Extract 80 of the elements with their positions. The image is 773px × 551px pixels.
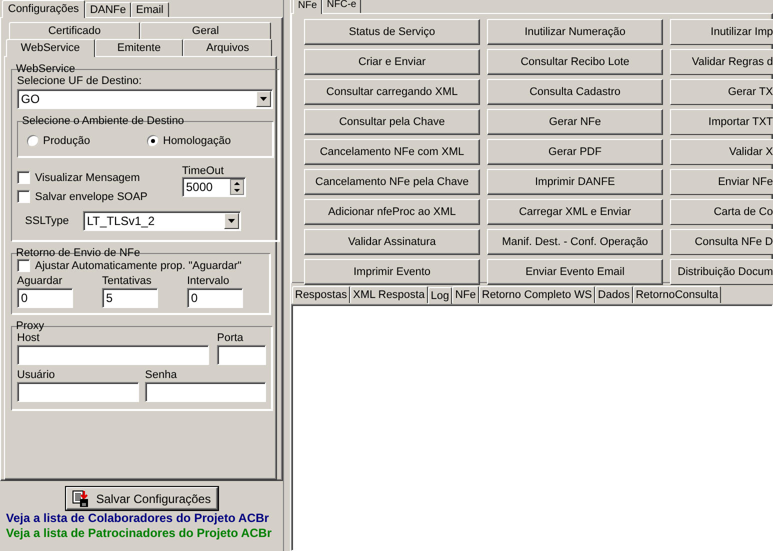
tab[interactable]: Respostas <box>292 286 350 303</box>
tab[interactable]: Email <box>131 2 169 17</box>
input-field[interactable]: 5 <box>102 288 158 308</box>
action-button[interactable]: Gerar TX <box>670 79 773 105</box>
tab[interactable]: XML Resposta <box>350 286 428 303</box>
field-label: Intervalo <box>187 275 230 287</box>
action-button[interactable]: Distribuição Docum <box>670 259 773 285</box>
action-button[interactable]: Criar e Enviar <box>304 49 480 75</box>
action-button[interactable]: Consulta Cadastro <box>487 79 663 105</box>
action-button[interactable]: Consulta NFe D <box>670 229 773 255</box>
group-title: Selecione o Ambiente de Destino <box>22 115 184 127</box>
checkbox[interactable]: Visualizar Mensagem <box>17 171 177 184</box>
tab[interactable]: Arquivos <box>183 39 272 56</box>
tab[interactable]: Configurações <box>2 0 85 18</box>
field-label: Porta <box>217 332 244 344</box>
action-button[interactable]: Validar Assinatura <box>304 229 480 255</box>
save-document-icon <box>72 490 90 508</box>
save-button[interactable]: Salvar Configurações <box>66 487 218 510</box>
action-button[interactable]: Validar Regras d <box>670 49 773 75</box>
action-button[interactable]: Gerar PDF <box>487 139 663 165</box>
field-label: Selecione UF de Destino: <box>17 75 143 87</box>
action-button[interactable]: Gerar NFe <box>487 109 663 135</box>
field-label: Usuário <box>17 369 56 381</box>
link[interactable]: Veja a lista de Colaboradores do Projeto ACBr <box>0 511 283 526</box>
tab[interactable]: Log <box>428 287 452 304</box>
tab[interactable]: RetornoConsulta <box>632 286 722 303</box>
tab[interactable]: Geral <box>140 22 271 39</box>
input-field[interactable]: 0 <box>187 288 243 308</box>
checkbox[interactable]: Salvar envelope SOAP <box>17 190 177 203</box>
action-button[interactable]: Carregar XML e Enviar <box>487 199 663 225</box>
field-label: Senha <box>145 369 178 381</box>
input-field[interactable] <box>217 345 266 365</box>
input-field[interactable]: 0 <box>17 288 73 308</box>
tab[interactable]: DANFe <box>84 2 131 17</box>
action-button[interactable]: Manif. Dest. - Conf. Operação <box>487 229 663 255</box>
tab[interactable]: Dados <box>594 286 633 303</box>
ssl-type-dropdown[interactable]: LT_TLSv1_2 <box>82 211 241 231</box>
tab[interactable]: NFe <box>452 286 479 303</box>
input-field[interactable] <box>17 382 139 402</box>
action-button[interactable]: Inutilizar Imp <box>670 19 773 45</box>
action-button[interactable]: Cancelamento NFe pela Chave <box>304 169 480 195</box>
action-button[interactable]: Enviar NFe <box>670 169 773 195</box>
action-button[interactable]: Imprimir DANFE <box>487 169 663 195</box>
uf-dropdown[interactable]: GO <box>17 89 273 109</box>
action-button[interactable]: Status de Serviço <box>304 19 480 45</box>
group-title: Proxy <box>16 320 44 332</box>
timeout-spinner[interactable]: 5000 <box>182 177 246 197</box>
field-label: TimeOut <box>182 165 225 177</box>
dropdown-arrow-icon <box>228 219 235 223</box>
action-button[interactable]: Cancelamento NFe com XML <box>304 139 480 165</box>
spinner-arrows-icon <box>230 179 244 195</box>
action-button[interactable]: Carta de Co <box>670 199 773 225</box>
tab[interactable]: NFC-e <box>322 0 362 13</box>
tab[interactable]: Emitente <box>94 39 184 56</box>
action-button[interactable]: Importar TXT <box>670 109 773 135</box>
action-button[interactable]: Inutilizar Numeração <box>487 19 663 45</box>
action-button[interactable]: Imprimir Evento <box>304 259 480 285</box>
input-field[interactable] <box>145 382 266 402</box>
action-button[interactable]: Consultar Recibo Lote <box>487 49 663 75</box>
action-button[interactable]: Enviar Evento Email <box>487 259 663 285</box>
radio-option[interactable]: Produção <box>27 135 147 147</box>
radio-option[interactable]: Homologação <box>147 135 267 147</box>
field-label: Aguardar <box>17 275 64 287</box>
action-button[interactable]: Adicionar nfeProc ao XML <box>304 199 480 225</box>
group-title: WebService <box>16 63 76 75</box>
field-label: Host <box>17 332 41 344</box>
splitter[interactable] <box>283 0 291 551</box>
field-label: Tentativas <box>102 275 153 287</box>
checkbox[interactable]: Ajustar Automaticamente prop. "Aguardar" <box>17 259 264 272</box>
action-button[interactable]: Consultar carregando XML <box>304 79 480 105</box>
tab[interactable]: Retorno Completo WS <box>478 286 595 303</box>
tab[interactable]: NFe <box>293 0 322 14</box>
group-title: Retorno de Envio de NFe <box>16 247 140 259</box>
action-button[interactable]: Consultar pela Chave <box>304 109 480 135</box>
field-label: SSLType <box>25 215 69 227</box>
input-field[interactable] <box>17 345 209 365</box>
tab[interactable]: WebService <box>6 39 95 57</box>
tab[interactable]: Certificado <box>9 22 140 39</box>
action-button[interactable]: Validar X <box>670 139 773 165</box>
dropdown-arrow-icon <box>260 97 267 101</box>
